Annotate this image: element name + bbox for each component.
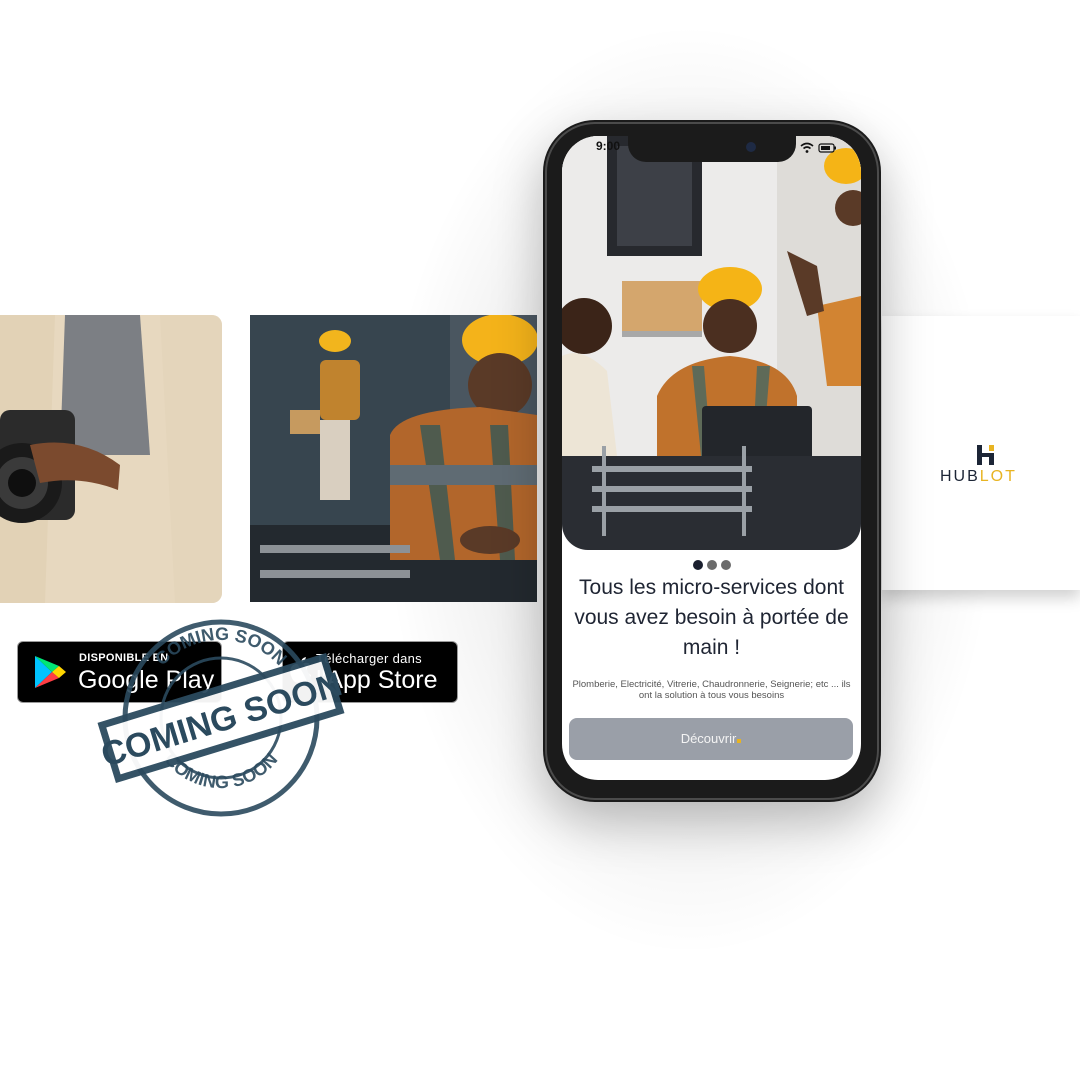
discover-button-label: Découvrir [680,731,737,746]
coming-soon-stamp: COMING SOON COMING SOON COMING SOON [95,610,346,825]
phone-screen: 9:00 Tous les micro-services dont vous a… [562,136,861,780]
onboarding-title: Tous les micro-services dont vous avez b… [574,576,849,659]
pagination-dot[interactable] [720,560,731,570]
svg-text:COMING SOON: COMING SOON [151,624,291,669]
status-icons [799,141,839,159]
wifi-icon [800,142,814,153]
hublot-logo-icon [977,445,994,465]
hublot-wordmark: HUBLOT [940,468,1017,485]
discover-button[interactable]: Découvrir [569,718,853,760]
hublot-logo-card: HUBLOT [882,316,1080,590]
pagination-dot[interactable] [692,560,703,570]
status-time: 9:00 [596,139,621,153]
photo-warehouse-worker [250,315,537,602]
google-play-icon [35,656,66,688]
phone-mockup: 9:00 Tous les micro-services dont vous a… [543,120,881,802]
pagination-dot[interactable] [706,560,717,570]
accent-dot [737,739,742,743]
phone-notch [628,136,796,162]
hero-image-workers [562,136,861,550]
front-camera-icon [746,142,756,152]
photo-camera-person [0,315,222,603]
battery-icon [818,143,836,153]
onboarding-description: Plomberie, Electricité, Vitrerie, Chaudr… [572,679,851,701]
